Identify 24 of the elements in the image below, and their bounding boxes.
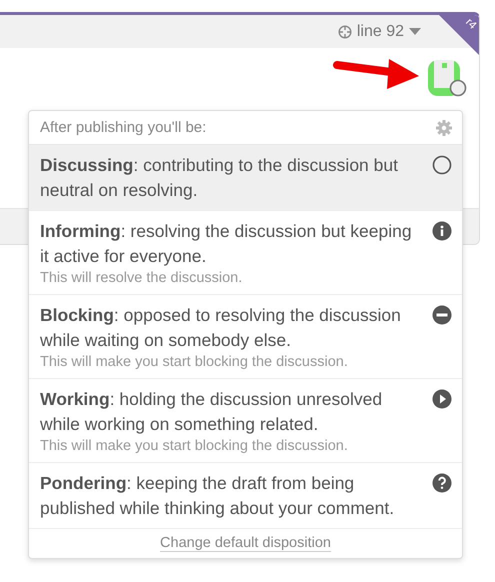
option-description: Blocking: opposed to resolving the discussion while waiting on somebody else. [40,304,402,352]
option-description: Discussing: contributing to the discussion but neutral on resolving. [40,154,399,202]
crosshair-icon [338,24,352,38]
option-description: Informing: resolving the discussion but keeping it active for everyone. [40,220,413,268]
option-note: This will make you start blocking the discussion. [40,437,349,455]
disposition-option[interactable]: Working: holding the discussion unresolved while working on something related. This will make you start blocking the discussion. [29,379,462,463]
option-description: Pondering: keeping the draft from being published while thinking about your comment. [40,472,396,520]
location-dropdown[interactable]: line 92 [338,22,421,40]
option-note: This will make you start blocking the discussion. [40,353,349,371]
question-icon [432,473,452,493]
option-note: This will resolve the discussion. [40,269,244,287]
change-disposition-link[interactable]: Change default disposition [160,535,331,552]
minus-circle-icon [432,305,452,325]
caret-icon [409,28,421,36]
disposition-option[interactable]: Pondering: keeping the draft from being published while thinking about your comment. [29,463,462,529]
option-description: Working: holding the discussion unresolved while working on something related. [40,388,384,436]
play-icon [432,389,452,409]
disposition-option[interactable]: Informing: resolving the discussion but keeping it active for everyone. This will resolve the discussion. [29,211,462,295]
menu-title: After publishing you'll be: [40,119,206,136]
info-icon [432,221,452,241]
disposition-option[interactable]: Discussing: contributing to the discussion but neutral on resolving. [29,145,462,211]
disposition-option[interactable]: Blocking: opposed to resolving the discussion while waiting on somebody else. This will make you start blocking the discussion. [29,295,462,379]
circle-icon [432,155,452,175]
revision-label: r4 [463,16,479,32]
